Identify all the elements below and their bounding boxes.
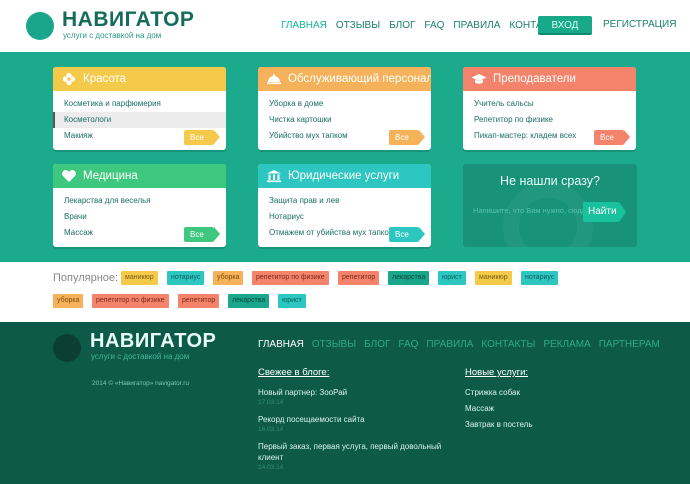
blog-post-link[interactable]: Рекорд посещаемости сайта	[258, 414, 365, 425]
service-link[interactable]: Массаж	[465, 404, 494, 413]
blog-post-date: 17.03.14	[258, 399, 284, 406]
login-button[interactable]: ВХОД	[538, 16, 592, 35]
all-button[interactable]: Все	[184, 130, 220, 145]
popular-tag[interactable]: маникюр	[475, 271, 512, 285]
blog-post-link[interactable]: Новый партнер: ЗооРай	[258, 387, 347, 398]
nav-faq[interactable]: FAQ	[424, 20, 444, 31]
footer-nav-blog[interactable]: БЛОГ	[364, 339, 390, 350]
service-link[interactable]: Завтрак в постель	[465, 420, 533, 429]
nav-reviews[interactable]: ОТЗЫВЫ	[336, 20, 380, 31]
blog-post-date: 14.03.14	[258, 464, 284, 471]
card-header[interactable]: Красота	[53, 67, 226, 91]
search-panel-title: Не нашли сразу?	[500, 174, 600, 188]
footer-nav-home[interactable]: ГЛАВНАЯ	[258, 339, 304, 350]
popular-tag[interactable]: уборка	[53, 294, 84, 308]
main-nav: ГЛАВНАЯ ОТЗЫВЫ БЛОГ FAQ ПРАВИЛА КОНТАКТЫ	[281, 20, 563, 31]
footer-nav-partners[interactable]: ПАРТНЕРАМ	[599, 339, 660, 350]
footer-nav-rules[interactable]: ПРАВИЛА	[426, 339, 473, 350]
card-link[interactable]: Репетитор по физике	[463, 112, 636, 128]
popular-tag[interactable]: репетитор по физике	[92, 294, 169, 308]
category-card-medicine: Медицина Лекарства для веселья Врачи Мас…	[53, 164, 226, 247]
footer-nav-contacts[interactable]: КОНТАКТЫ	[481, 339, 535, 350]
card-link[interactable]: Лекарства для веселья	[53, 193, 226, 209]
heart-icon	[61, 168, 77, 184]
card-header[interactable]: Юридические услуги	[258, 164, 431, 188]
header: НАВИГАТОР услуги с доставкой на дом ГЛАВ…	[0, 0, 690, 52]
footer-nav: ГЛАВНАЯ ОТЗЫВЫ БЛОГ FAQ ПРАВИЛА КОНТАКТЫ…	[258, 339, 660, 350]
popular-tag[interactable]: лекарства	[228, 294, 270, 308]
search-input[interactable]: Напишите, что Вам нужно, сюда	[473, 206, 586, 215]
footer-nav-reviews[interactable]: ОТЗЫВЫ	[312, 339, 356, 350]
footer-logo-subtitle: услуги с доставкой на дом	[91, 352, 190, 361]
popular-tag[interactable]: юрист	[278, 294, 306, 308]
popular-tag[interactable]: нотариус	[521, 271, 559, 285]
services-title[interactable]: Новые услуги:	[465, 367, 528, 378]
courthouse-icon	[266, 168, 282, 184]
nav-rules[interactable]: ПРАВИЛА	[453, 20, 500, 31]
blog-post-line: клиент	[258, 453, 284, 462]
card-title: Преподаватели	[493, 73, 576, 85]
card-link[interactable]: Защита прав и лев	[258, 193, 431, 209]
popular-label: Популярное:	[53, 272, 119, 284]
card-link[interactable]: Чистка картошки	[258, 112, 431, 128]
category-card-legal: Юридические услуги Защита прав и лев Нот…	[258, 164, 431, 247]
card-link[interactable]: Уборка в доме	[258, 96, 431, 112]
popular-tag[interactable]: репетитор по физике	[252, 271, 329, 285]
nav-blog[interactable]: БЛОГ	[389, 20, 415, 31]
popular-tag[interactable]: нотариус	[167, 271, 205, 285]
footer-logo-title[interactable]: НАВИГАТОР	[90, 330, 216, 353]
popular-tag[interactable]: репетитор	[178, 294, 220, 308]
food-cloche-icon	[266, 71, 282, 87]
nav-home[interactable]: ГЛАВНАЯ	[281, 20, 327, 31]
logo-title[interactable]: НАВИГАТОР	[62, 8, 194, 32]
card-header[interactable]: Медицина	[53, 164, 226, 188]
copyright: 2014 © «Навигатор» navigator.ru	[92, 380, 190, 387]
card-link[interactable]: Косметологи	[53, 112, 226, 128]
all-button[interactable]: Все	[594, 130, 630, 145]
card-title: Медицина	[83, 170, 138, 182]
all-button[interactable]: Все	[184, 227, 220, 242]
service-link[interactable]: Стрижка собак	[465, 388, 520, 397]
card-link[interactable]: Нотариус	[258, 209, 431, 225]
popular-tag[interactable]: уборка	[213, 271, 244, 285]
category-card-teachers: Преподаватели Учитель сальсы Репетитор п…	[463, 67, 636, 150]
card-title: Юридические услуги	[288, 170, 400, 182]
card-header[interactable]: Преподаватели	[463, 67, 636, 91]
footer-compass-logo-icon[interactable]	[53, 334, 81, 362]
card-title: Красота	[83, 73, 127, 85]
register-link[interactable]: РЕГИСТРАЦИЯ	[603, 19, 676, 30]
card-link[interactable]: Врачи	[53, 209, 226, 225]
category-card-beauty: Красота Косметика и парфюмерия Косметоло…	[53, 67, 226, 150]
flower-icon	[61, 71, 77, 87]
blog-title[interactable]: Свежее в блоге:	[258, 367, 329, 378]
graduation-cap-icon	[471, 71, 487, 87]
card-title: Обслуживающий персонал	[288, 73, 431, 85]
all-button[interactable]: Все	[389, 130, 425, 145]
popular-tag[interactable]: юрист	[438, 271, 466, 285]
popular-tag[interactable]: репетитор	[338, 271, 380, 285]
blog-post-link[interactable]: Первый заказ, первая услуга, первый дово…	[258, 441, 441, 463]
card-link[interactable]: Учитель сальсы	[463, 96, 636, 112]
find-button[interactable]: Найти	[583, 202, 626, 222]
category-card-service: Обслуживающий персонал Уборка в доме Чис…	[258, 67, 431, 150]
logo-subtitle: услуги с доставкой на дом	[63, 31, 162, 40]
blog-post-line: Первый заказ, первая услуга, первый дово…	[258, 442, 442, 451]
footer-nav-ads[interactable]: РЕКЛАМА	[543, 339, 590, 350]
all-button[interactable]: Все	[389, 227, 425, 242]
popular-tag[interactable]: лекарства	[388, 271, 430, 285]
blog-post-date: 16.03.14	[258, 426, 284, 433]
footer-nav-faq[interactable]: FAQ	[398, 339, 418, 350]
card-header[interactable]: Обслуживающий персонал	[258, 67, 431, 91]
popular-tag[interactable]: маникюр	[121, 271, 158, 285]
card-link[interactable]: Косметика и парфюмерия	[53, 96, 226, 112]
compass-logo-icon[interactable]	[26, 12, 54, 40]
